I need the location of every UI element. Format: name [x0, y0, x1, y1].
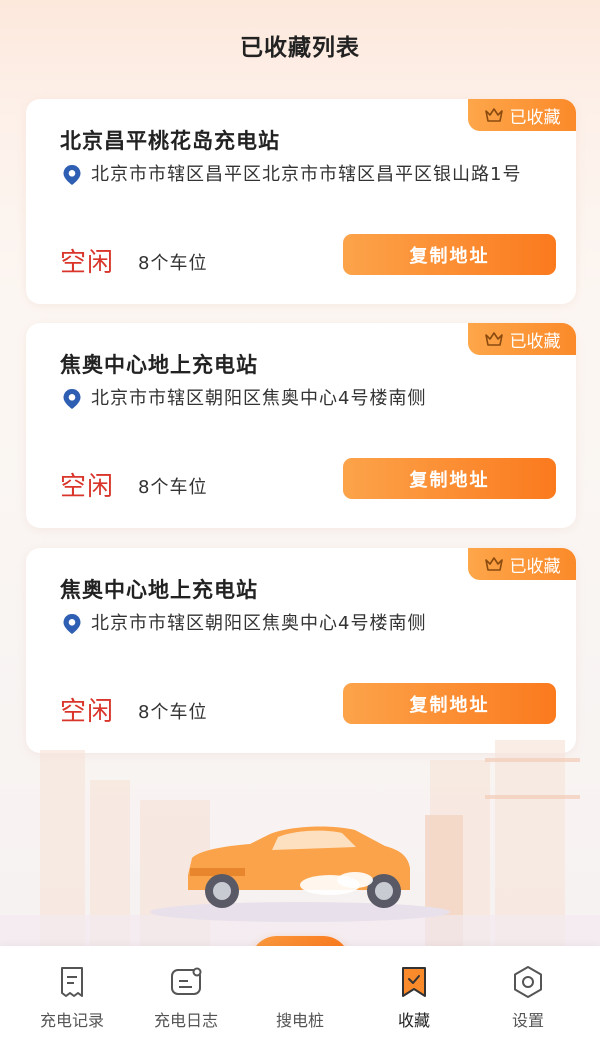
tab-label: 设置	[511, 1011, 544, 1030]
station-name: 焦奥中心地上充电站	[60, 353, 258, 377]
station-name: 北京昌平桃花岛充电站	[60, 129, 280, 153]
tab-search-charger[interactable]: 搜电桩	[245, 946, 355, 1039]
tab-label: 收藏	[397, 1011, 430, 1030]
favorited-badge[interactable]: 已收藏	[468, 323, 576, 355]
tab-label: 充电日志	[153, 1011, 218, 1030]
bottom-tab-bar: 充电记录 充电日志 搜电桩 收藏 设置	[0, 946, 600, 1039]
location-pin-icon	[63, 614, 81, 634]
log-icon	[171, 967, 202, 995]
copy-address-button[interactable]: 复制地址	[343, 458, 556, 499]
favorited-label: 已收藏	[509, 331, 561, 352]
station-card[interactable]: 已收藏 北京昌平桃花岛充电站 北京市市辖区昌平区北京市市辖区昌平区银山路1号 空…	[26, 99, 576, 304]
tab-settings[interactable]: 设置	[473, 946, 583, 1039]
favorited-badge[interactable]: 已收藏	[468, 99, 576, 131]
car-city-illustration	[0, 740, 600, 950]
favorited-label: 已收藏	[509, 556, 561, 577]
tab-label: 充电记录	[39, 1011, 104, 1030]
location-pin-icon	[63, 165, 81, 185]
tab-charging-records[interactable]: 充电记录	[17, 946, 127, 1039]
tab-label: 搜电桩	[275, 1011, 324, 1030]
station-address: 北京市市辖区昌平区北京市市辖区昌平区银山路1号	[91, 164, 522, 185]
copy-address-button[interactable]: 复制地址	[343, 234, 556, 275]
crown-icon	[484, 332, 503, 346]
status-label: 空闲	[60, 472, 115, 502]
status-label: 空闲	[60, 248, 115, 278]
favorited-badge[interactable]: 已收藏	[468, 548, 576, 580]
tab-favorites[interactable]: 收藏	[359, 946, 469, 1039]
parking-spots: 8个车位	[138, 253, 208, 274]
favorited-label: 已收藏	[509, 107, 561, 128]
station-card[interactable]: 已收藏 焦奥中心地上充电站 北京市市辖区朝阳区焦奥中心4号楼南侧 空闲 8个车位…	[26, 323, 576, 528]
page-title: 已收藏列表	[240, 35, 360, 61]
station-name: 焦奥中心地上充电站	[60, 578, 258, 602]
location-pin-icon	[63, 389, 81, 409]
tab-charging-log[interactable]: 充电日志	[131, 946, 241, 1039]
parking-spots: 8个车位	[138, 477, 208, 498]
receipt-icon	[61, 967, 83, 997]
bookmark-icon	[402, 967, 426, 997]
settings-icon	[514, 966, 542, 998]
crown-icon	[484, 108, 503, 122]
station-address: 北京市市辖区朝阳区焦奥中心4号楼南侧	[91, 613, 427, 634]
crown-icon	[484, 557, 503, 571]
station-address: 北京市市辖区朝阳区焦奥中心4号楼南侧	[91, 388, 427, 409]
